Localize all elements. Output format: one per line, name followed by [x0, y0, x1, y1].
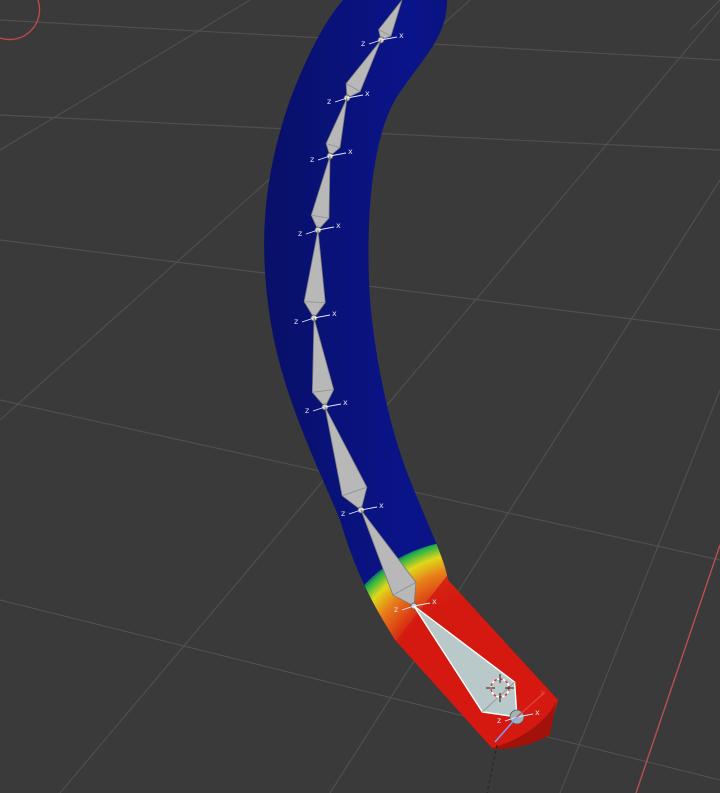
bone-x-label: x	[399, 31, 404, 40]
relationship-line	[486, 744, 498, 793]
bone-z-label: z	[327, 97, 331, 106]
bone-z-label: z	[310, 155, 314, 164]
bone-z-label: z	[298, 229, 302, 238]
bone-z-label: z	[361, 39, 365, 48]
bone-x-label: x	[432, 597, 437, 606]
bone-x-label: x	[343, 398, 348, 407]
bone-x-label: x	[348, 147, 353, 156]
bone-z-label: z	[341, 509, 345, 518]
bone-x-label: x	[336, 221, 341, 230]
bone-z-label: z	[294, 317, 298, 326]
bone-z-label: z	[305, 406, 309, 415]
bone-x-label: x	[332, 309, 337, 318]
3d-viewport[interactable]: x z x z x z x z x z x z x z x z x z x	[0, 0, 720, 793]
bone-x-label: x	[365, 89, 370, 98]
x-axis-line	[635, 544, 720, 793]
active-bone-x-label: x	[540, 688, 545, 697]
bone-x-label: x	[535, 708, 540, 717]
bone-z-label: z	[394, 605, 398, 614]
viewport-scene[interactable]: x z x z x z x z x z x z x z x z x z x	[0, 0, 720, 793]
bone-z-label: z	[497, 716, 501, 725]
bone-x-label: x	[379, 501, 384, 510]
